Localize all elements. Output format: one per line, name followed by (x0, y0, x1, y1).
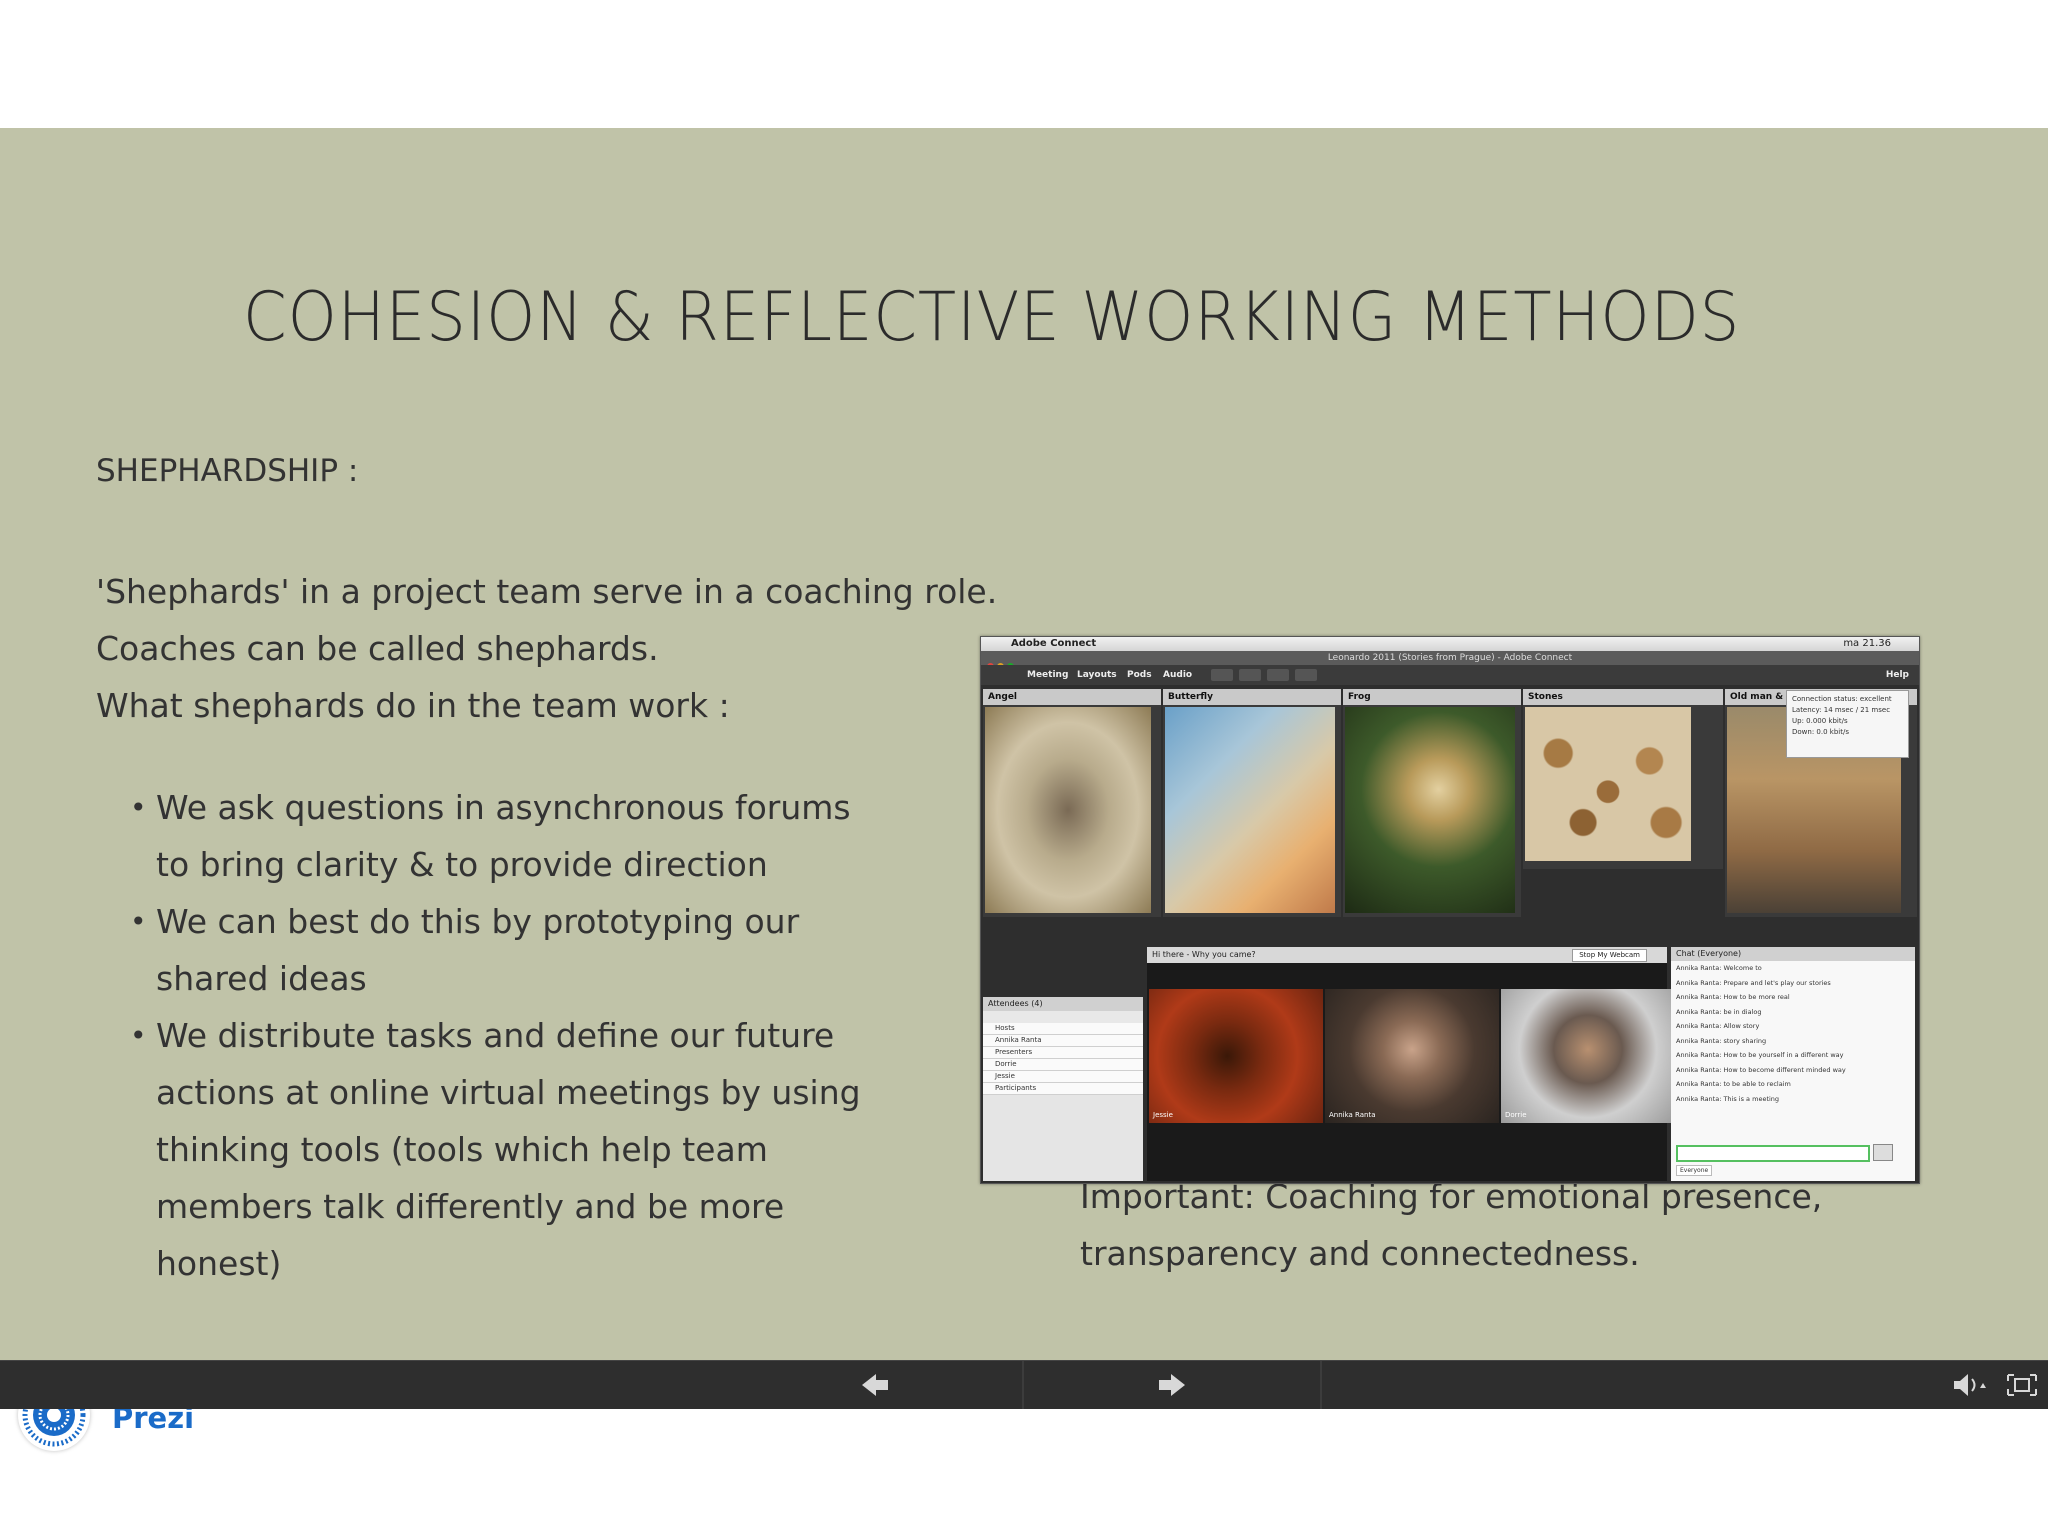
chat-message: Annika Ranta: How to become different mi… (1676, 1065, 1846, 1074)
image-pod-butterfly: Butterfly (1163, 689, 1341, 917)
chat-title: Chat (Everyone) (1671, 947, 1915, 961)
tooltip-line: Connection status: excellent (1792, 695, 1892, 703)
image-pod-angel: Angel (983, 689, 1161, 917)
hand-icon (1295, 669, 1317, 681)
fullscreen-button[interactable] (2000, 1365, 2044, 1405)
send-icon (1873, 1144, 1893, 1161)
tooltip-line: Down: 0.0 kbit/s (1792, 728, 1849, 736)
webcam-feed: Jessie (1149, 989, 1323, 1123)
video-title: Hi there - Why you came? (1152, 950, 1256, 959)
paragraph: Coaches can be called shephards. (96, 629, 659, 668)
pod-title: Angel (983, 689, 1161, 705)
image-pod-frog: Frog (1343, 689, 1521, 917)
paragraph: 'Shephards' in a project team serve in a… (96, 572, 998, 611)
arrow-right-icon (1159, 1374, 1185, 1396)
window-title: Leonardo 2011 (Stories from Prague) - Ad… (981, 651, 1919, 665)
nav-divider (1320, 1361, 1322, 1409)
important-note: Important: Coaching for emotional presen… (1080, 1177, 1823, 1273)
chat-message: Annika Ranta: Allow story (1676, 1022, 1760, 1030)
stones-image (1525, 707, 1691, 861)
microphone-icon (1239, 669, 1261, 681)
chat-pod: Chat (Everyone) Annika Ranta: Welcome to… (1671, 947, 1915, 1181)
os-clock: ma 21.36 (1843, 638, 1891, 649)
prev-button[interactable] (848, 1365, 904, 1405)
bullet-item: We can best do this by prototyping our s… (130, 893, 890, 1007)
webcam-icon (1267, 669, 1289, 681)
os-app-name: Adobe Connect (1011, 638, 1097, 649)
stop-webcam-button: Stop My Webcam (1572, 949, 1647, 962)
attendee-row: Jessie (983, 1071, 1143, 1083)
angel-image (985, 707, 1151, 913)
slide-title: COHESION & REFLECTIVE WORKING METHODS (243, 278, 1741, 357)
speaker-icon (1954, 1374, 1986, 1396)
tooltip-line: Up: 0.000 kbit/s (1792, 717, 1848, 725)
fullscreen-icon (2007, 1374, 2037, 1396)
attendee-row: Annika Ranta (983, 1035, 1143, 1047)
mac-menubar: Adobe Connect ma 21.36 (981, 637, 1919, 651)
butterfly-image (1165, 707, 1335, 913)
speaker-icon (1211, 669, 1233, 681)
video-pod: Hi there - Why you came? Stop My Webcam … (1147, 947, 1675, 1181)
attendees-pod: Attendees (4) Hosts Annika Ranta Present… (983, 997, 1143, 1181)
intro-paragraphs: 'Shephards' in a project team serve in a… (96, 563, 998, 734)
adobe-connect-screenshot: Adobe Connect ma 21.36 Leonardo 2011 (St… (980, 636, 1920, 1184)
attendee-row: Dorrie (983, 1059, 1143, 1071)
chat-message: Annika Ranta: story sharing (1676, 1036, 1767, 1045)
chat-input (1676, 1145, 1870, 1162)
webcam-feed: Dorrie (1501, 989, 1675, 1123)
attendees-title: Attendees (4) (983, 997, 1143, 1011)
tooltip-line: Latency: 14 msec / 21 msec (1792, 706, 1891, 714)
menu-help: Help (1885, 670, 1909, 680)
webcam-name: Annika Ranta (1329, 1111, 1376, 1119)
attendee-group: Hosts (983, 1023, 1143, 1035)
arrow-left-icon (862, 1374, 888, 1396)
image-pod-stones: Stones (1523, 689, 1723, 869)
attendee-group: Presenters (983, 1047, 1143, 1059)
chat-message: Annika Ranta: How to be more real (1676, 993, 1790, 1001)
chat-recipient: Everyone (1676, 1165, 1713, 1176)
chat-message: Annika Ranta: Welcome to (1676, 964, 1762, 972)
bullet-item: We distribute tasks and define our futur… (130, 1007, 890, 1292)
volume-button[interactable] (1944, 1365, 1994, 1405)
webcam-feed: Annika Ranta (1325, 989, 1499, 1123)
menu-audio: Audio (1163, 670, 1193, 680)
next-button[interactable] (1143, 1365, 1199, 1405)
chat-message: Annika Ranta: to be able to reclaim (1676, 1080, 1791, 1088)
attendees-toolbar (983, 1011, 1143, 1023)
menu-meeting: Meeting (1027, 670, 1069, 680)
frog-image (1345, 707, 1515, 913)
webcam-name: Jessie (1153, 1111, 1173, 1119)
pod-title: Stones (1523, 689, 1723, 705)
attendee-group: Participants (983, 1083, 1143, 1095)
pod-title: Frog (1343, 689, 1521, 705)
chat-message: Annika Ranta: be in dialog (1676, 1007, 1762, 1016)
bullet-item: We ask questions in asynchronous forums … (130, 779, 890, 893)
menu-pods: Pods (1127, 670, 1152, 680)
pod-title: Butterfly (1163, 689, 1341, 705)
nav-divider (1022, 1361, 1024, 1409)
video-pod-bar: Hi there - Why you came? Stop My Webcam (1147, 947, 1667, 963)
bullet-list: We ask questions in asynchronous forums … (130, 779, 890, 1292)
menu-layouts: Layouts (1077, 670, 1117, 680)
presentation-navbar (0, 1360, 2048, 1409)
section-heading: SHEPHARDSHIP : (96, 453, 359, 489)
meeting-menubar: Meeting Layouts Pods Audio Help (981, 665, 1919, 685)
chat-message: Annika Ranta: How to be yourself in a di… (1676, 1051, 1844, 1059)
chat-message: Annika Ranta: Prepare and let's play our… (1676, 978, 1831, 987)
slide: COHESION & REFLECTIVE WORKING METHODS SH… (0, 128, 2048, 1451)
connection-tooltip: Connection status: excellent Latency: 14… (1786, 690, 1909, 758)
webcam-name: Dorrie (1505, 1111, 1527, 1119)
chat-message: Annika Ranta: This is a meeting (1676, 1094, 1780, 1103)
paragraph: What shephards do in the team work : (96, 686, 730, 725)
